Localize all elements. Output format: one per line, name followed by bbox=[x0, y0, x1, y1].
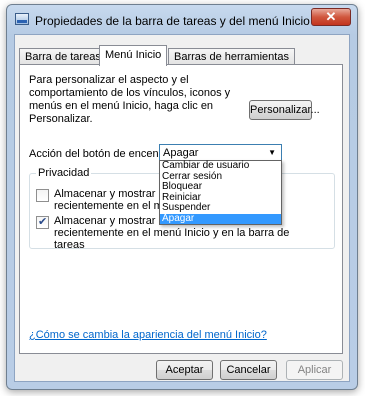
description-text: Para personalizar el aspecto y el compor… bbox=[29, 74, 231, 125]
cancel-button[interactable]: Cancelar bbox=[220, 360, 277, 380]
dropdown-option[interactable]: Cambiar de usuario bbox=[160, 160, 281, 172]
tab-taskbar[interactable]: Barra de tareas bbox=[19, 48, 107, 65]
window-title: Propiedades de la barra de tareas y del … bbox=[35, 14, 310, 28]
start-menu-panel: Para personalizar el aspecto y el compor… bbox=[19, 64, 343, 354]
tab-toolbars[interactable]: Barras de herramientas bbox=[168, 48, 295, 65]
dropdown-option[interactable]: Suspender bbox=[160, 202, 281, 214]
help-link[interactable]: ¿Cómo se cambia la apariencia del menú I… bbox=[29, 329, 267, 341]
dropdown-option[interactable]: Bloquear bbox=[160, 181, 281, 193]
power-options-dropdown: Cambiar de usuario Cerrar sesión Bloquea… bbox=[159, 160, 282, 225]
tab-start-menu[interactable]: Menú Inicio bbox=[99, 45, 168, 66]
taskbar-icon bbox=[15, 13, 29, 25]
recent-items-checkbox[interactable] bbox=[36, 215, 49, 229]
dropdown-option-selected[interactable]: Apagar bbox=[160, 213, 281, 224]
recent-programs-checkbox[interactable] bbox=[36, 189, 49, 202]
power-button-value: Apagar bbox=[163, 147, 199, 159]
dropdown-arrow-icon: ▼ bbox=[268, 148, 276, 157]
close-button[interactable]: ✕ bbox=[311, 8, 351, 26]
privacy-group-title: Privacidad bbox=[36, 167, 92, 179]
properties-window: Propiedades de la barra de tareas y del … bbox=[6, 4, 358, 390]
close-icon: ✕ bbox=[325, 9, 337, 24]
dialog-body: Barra de tareas Menú Inicio Barras de he… bbox=[14, 34, 350, 382]
title-bar[interactable]: Propiedades de la barra de tareas y del … bbox=[7, 5, 357, 35]
customize-button[interactable]: Personalizar... bbox=[249, 100, 320, 120]
apply-button[interactable]: Aplicar bbox=[286, 360, 343, 380]
accept-button[interactable]: Aceptar bbox=[156, 360, 213, 380]
power-button-select[interactable]: Apagar ▼ bbox=[159, 144, 282, 161]
